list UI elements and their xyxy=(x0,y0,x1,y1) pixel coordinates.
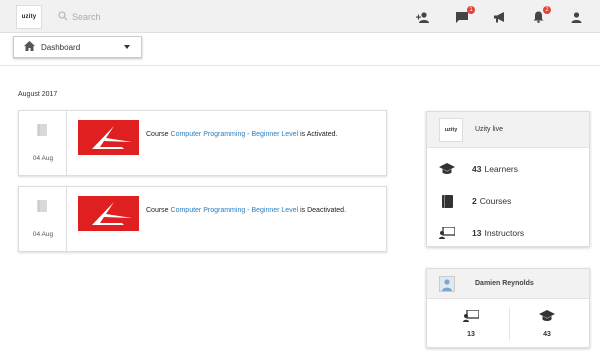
stat-count: 13 xyxy=(472,228,482,238)
instructors-stat[interactable]: 13 Instructors xyxy=(439,226,524,240)
activity-message: Course Computer Programming - Beginner L… xyxy=(146,131,337,138)
course-link[interactable]: Computer Programming - Beginner Level xyxy=(171,131,299,138)
count-value: 13 xyxy=(467,331,475,338)
course-link[interactable]: Computer Programming - Beginner Level xyxy=(171,207,299,214)
user-summary-panel: Damien Reynolds 13 43 xyxy=(426,268,590,348)
panel-header: Damien Reynolds xyxy=(427,269,589,299)
notifications-bell-icon[interactable]: 2 xyxy=(530,6,551,25)
activity-date: 04 Aug xyxy=(32,155,54,162)
search-icon xyxy=(58,8,68,26)
course-thumbnail[interactable] xyxy=(78,196,139,231)
search-input[interactable] xyxy=(72,12,192,22)
activity-card: 04 Aug Course Computer Programming - Beg… xyxy=(18,110,387,176)
activity-prefix: Course xyxy=(146,207,169,214)
graduation-cap-icon xyxy=(439,162,455,176)
activity-date: 04 Aug xyxy=(32,231,54,238)
presenter-icon xyxy=(463,309,480,326)
activity-date-column: 04 Aug xyxy=(19,187,67,251)
stat-label: Courses xyxy=(479,196,512,206)
stat-count: 43 xyxy=(472,164,482,174)
top-bar: uzity 1 2 xyxy=(0,0,600,33)
activity-suffix: is Activated. xyxy=(300,131,338,138)
activity-prefix: Course xyxy=(146,131,169,138)
user-profile-icon[interactable] xyxy=(568,9,584,25)
home-icon xyxy=(24,38,35,56)
panel-title: Uzity live xyxy=(475,126,504,133)
chevron-down-icon xyxy=(124,45,130,49)
divider xyxy=(509,307,510,341)
messages-icon[interactable]: 1 xyxy=(454,6,475,25)
avatar[interactable] xyxy=(439,276,455,292)
stat-label: Instructors xyxy=(484,228,525,238)
courses-stat[interactable]: 2 Courses xyxy=(439,194,511,208)
book-icon xyxy=(37,199,47,217)
user-learners-count[interactable]: 43 xyxy=(517,309,577,338)
search-box[interactable] xyxy=(58,8,192,26)
book-icon xyxy=(37,123,47,141)
user-name: Damien Reynolds xyxy=(475,280,534,287)
presenter-icon xyxy=(439,226,455,240)
uzity-live-panel: uzity Uzity live 43 Learners 2 Courses 1… xyxy=(426,111,590,247)
app-logo[interactable]: uzity xyxy=(16,5,42,29)
count-value: 43 xyxy=(543,331,551,338)
notifications-badge: 2 xyxy=(543,6,551,14)
activity-suffix: is Deactivated. xyxy=(300,207,347,214)
course-thumbnail[interactable] xyxy=(78,120,139,155)
megaphone-icon[interactable] xyxy=(492,9,508,25)
user-instructors-count[interactable]: 13 xyxy=(441,309,501,338)
add-user-icon[interactable] xyxy=(415,9,431,25)
book-icon xyxy=(439,194,455,208)
stat-count: 2 xyxy=(472,196,477,206)
learners-stat[interactable]: 43 Learners xyxy=(439,162,518,176)
graduation-cap-icon xyxy=(539,309,555,326)
dropdown-label: Dashboard xyxy=(41,42,81,52)
stat-label: Learners xyxy=(484,164,519,174)
activity-message: Course Computer Programming - Beginner L… xyxy=(146,207,346,214)
panel-header: uzity Uzity live xyxy=(427,112,589,148)
messages-badge: 1 xyxy=(467,6,475,14)
activity-card: 04 Aug Course Computer Programming - Beg… xyxy=(18,186,387,252)
app-logo: uzity xyxy=(439,118,463,142)
divider xyxy=(0,65,600,66)
activity-date-column: 04 Aug xyxy=(19,111,67,175)
dashboard-dropdown[interactable]: Dashboard xyxy=(13,36,142,58)
feed-month-heading: August 2017 xyxy=(18,91,58,98)
